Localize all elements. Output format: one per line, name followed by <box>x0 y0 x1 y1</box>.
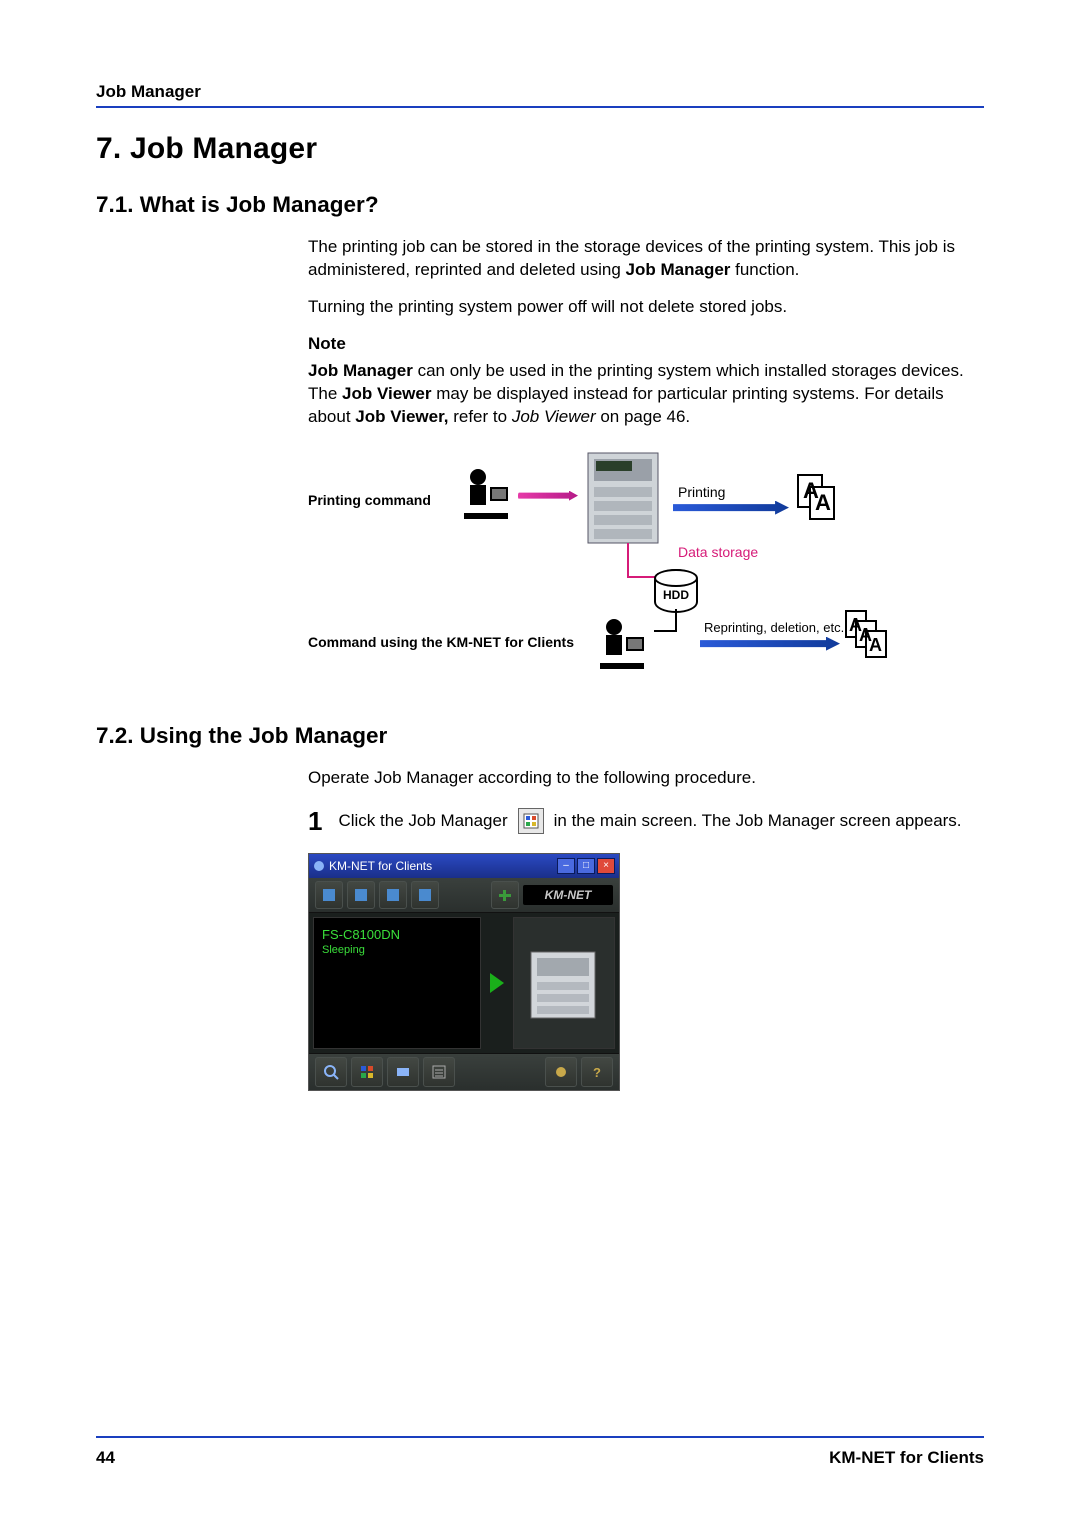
running-header: Job Manager <box>96 82 984 102</box>
label-kmnet-command: Command using the KM-NET for Clients <box>308 633 574 652</box>
play-indicator <box>485 913 509 1053</box>
step-1: 1 Click the Job Manager in the main scre… <box>308 804 984 839</box>
header-rule <box>96 106 984 108</box>
section-7-1-heading: 7.1. What is Job Manager? <box>96 192 984 218</box>
text-bold: Job Manager <box>308 361 413 380</box>
svg-text:?: ? <box>593 1065 601 1080</box>
screenshot-body: FS-C8100DN Sleeping <box>309 913 619 1053</box>
step-number: 1 <box>308 804 322 839</box>
device-panel: FS-C8100DN Sleeping <box>313 917 481 1049</box>
text: in the main screen. The Job Manager scre… <box>554 810 962 833</box>
doc-title: KM-NET for Clients <box>829 1448 984 1468</box>
note-heading: Note <box>308 333 984 356</box>
paragraph: Operate Job Manager according to the fol… <box>308 767 984 790</box>
svg-text:A: A <box>815 490 831 515</box>
section-7-2-heading: 7.2. Using the Job Manager <box>96 723 984 749</box>
text-bold: Job Viewer <box>342 384 431 403</box>
hdd-label: HDD <box>663 588 689 602</box>
bottom-toolbar: ? <box>309 1053 619 1090</box>
text: on page 46. <box>596 407 691 426</box>
toolbar-button[interactable] <box>315 881 343 909</box>
window-titlebar: KM-NET for Clients – □ × <box>309 854 619 878</box>
play-icon <box>490 973 504 993</box>
text-bold: Job Manager <box>626 260 731 279</box>
printer-preview-icon <box>519 938 609 1028</box>
arrow-icon <box>518 491 578 501</box>
paragraph: Job Manager can only be used in the prin… <box>308 360 984 429</box>
kmnet-logo: KM-NET <box>523 885 613 905</box>
app-icon <box>313 860 325 872</box>
paragraph: The printing job can be stored in the st… <box>308 236 984 282</box>
hdd-icon: HDD <box>654 569 698 613</box>
maximize-button[interactable]: □ <box>577 858 595 874</box>
paragraph: Turning the printing system power off wi… <box>308 296 984 319</box>
person-at-desk-icon <box>456 463 516 523</box>
toolbar-button[interactable] <box>423 1057 455 1087</box>
connector-line <box>654 609 684 639</box>
label-printing-command: Printing command <box>308 491 431 510</box>
page-footer: 44 KM-NET for Clients <box>96 1436 984 1468</box>
section-7-2-body: Operate Job Manager according to the fol… <box>308 767 984 1091</box>
help-button[interactable]: ? <box>581 1057 613 1087</box>
printer-icon <box>578 443 668 553</box>
job-manager-toolbar-icon <box>518 808 544 834</box>
chapter-title: 7. Job Manager <box>96 132 984 166</box>
toolbar-button[interactable] <box>379 881 407 909</box>
toolbar-button[interactable] <box>411 881 439 909</box>
svg-text:A: A <box>869 635 882 655</box>
label-reprinting: Reprinting, deletion, etc. <box>704 619 844 637</box>
settings-button[interactable] <box>545 1057 577 1087</box>
device-status: Sleeping <box>322 943 472 958</box>
job-manager-screenshot: KM-NET for Clients – □ × KM-NET <box>308 853 620 1091</box>
arrow-icon <box>673 501 789 515</box>
device-name: FS-C8100DN <box>322 926 472 944</box>
arrow-icon <box>700 637 840 651</box>
document-stack-icon: A A <box>794 473 850 529</box>
person-at-desk-icon <box>592 613 652 673</box>
toolbar: KM-NET <box>309 878 619 913</box>
footer-rule <box>96 1436 984 1438</box>
document-stack-icon: A A A <box>844 609 900 665</box>
text: Click the Job Manager <box>338 810 507 833</box>
workflow-diagram: Printing command Printing <box>308 443 984 693</box>
text: refer to <box>449 407 512 426</box>
section-7-1-body: The printing job can be stored in the st… <box>308 236 984 693</box>
search-button[interactable] <box>315 1057 347 1087</box>
label-printing: Printing <box>678 483 725 502</box>
text-bold: Job Viewer, <box>355 407 448 426</box>
page-number: 44 <box>96 1448 115 1468</box>
close-button[interactable]: × <box>597 858 615 874</box>
window-title: KM-NET for Clients <box>329 858 432 874</box>
job-manager-button[interactable] <box>351 1057 383 1087</box>
preview-panel <box>513 917 615 1049</box>
minimize-button[interactable]: – <box>557 858 575 874</box>
text-italic: Job Viewer <box>512 407 596 426</box>
label-data-storage: Data storage <box>678 543 758 562</box>
text: function. <box>730 260 799 279</box>
toolbar-button[interactable] <box>387 1057 419 1087</box>
toolbar-button[interactable] <box>347 881 375 909</box>
toolbar-button[interactable] <box>491 881 519 909</box>
